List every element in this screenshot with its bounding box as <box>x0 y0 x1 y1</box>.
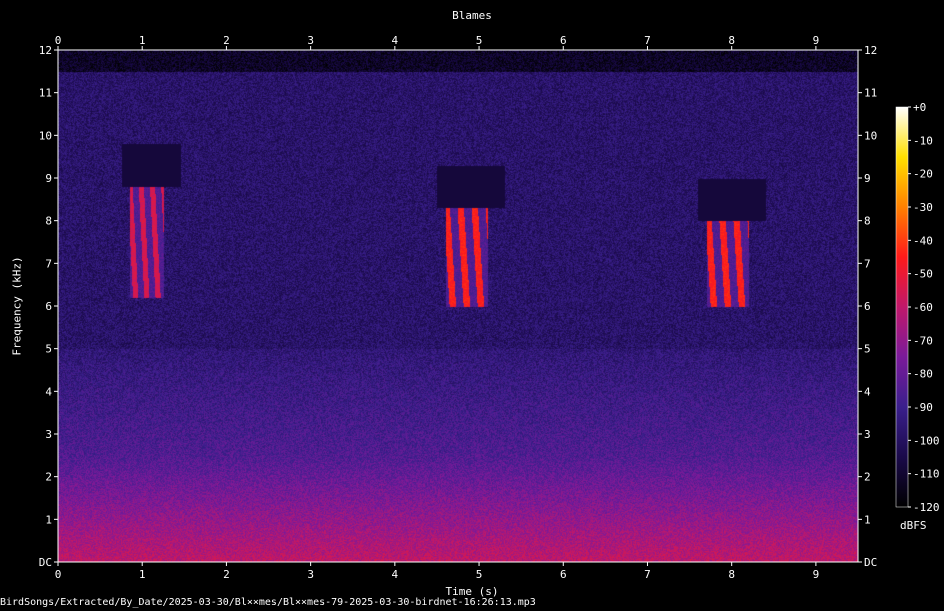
x-tick-label-top: 1 <box>139 34 146 47</box>
y-tick-label: DC <box>39 556 52 569</box>
y-tick-label-right: 2 <box>864 471 871 484</box>
y-tick-label-right: 6 <box>864 300 871 313</box>
colorbar-unit-label: dBFS <box>900 519 927 532</box>
colorbar-tick-label: -50 <box>913 268 933 281</box>
x-tick-label: 2 <box>223 568 230 581</box>
x-tick-label: 0 <box>55 568 62 581</box>
colorbar-tick-label: -20 <box>913 168 933 181</box>
x-tick-label-top: 0 <box>55 34 62 47</box>
plot-frame <box>57 49 859 563</box>
x-tick-label: 9 <box>813 568 820 581</box>
y-axis-label: Frequency (kHz) <box>10 256 24 356</box>
y-tick-label: 1 <box>45 513 52 526</box>
y-tick-label: 8 <box>45 215 52 228</box>
y-tick-label-right: 12 <box>864 44 877 57</box>
colorbar-tick-label: +0 <box>913 101 926 114</box>
x-tick-label: 3 <box>307 568 314 581</box>
x-tick-label: 4 <box>392 568 399 581</box>
y-tick-label-right: 10 <box>864 129 877 142</box>
x-tick-label-top: 5 <box>476 34 483 47</box>
colorbar-tick-label: -80 <box>913 368 933 381</box>
y-tick-label-right: 7 <box>864 257 871 270</box>
file-path-caption: BirdSongs/Extracted/By_Date/2025-03-30/B… <box>0 597 536 608</box>
y-tick-label: 11 <box>39 87 52 100</box>
chart-title: Blames <box>452 9 492 22</box>
colorbar-tick-label: -60 <box>913 301 933 314</box>
y-tick-label-right: 3 <box>864 428 871 441</box>
y-tick-label: 9 <box>45 172 52 185</box>
x-tick-label-top: 7 <box>644 34 651 47</box>
y-tick-label: 3 <box>45 428 52 441</box>
x-tick-label-top: 3 <box>307 34 314 47</box>
y-tick-label: 2 <box>45 471 52 484</box>
colorbar-tick-label: -100 <box>913 434 940 447</box>
colorbar-tick-label: -120 <box>913 501 940 514</box>
x-tick-label-top: 6 <box>560 34 567 47</box>
y-tick-label: 5 <box>45 343 52 356</box>
y-tick-label-right: 4 <box>864 385 871 398</box>
x-tick-label: 6 <box>560 568 567 581</box>
colorbar <box>895 106 909 508</box>
x-tick-label: 1 <box>139 568 146 581</box>
colorbar-tick-label: -90 <box>913 401 933 414</box>
y-tick-label-right: 9 <box>864 172 871 185</box>
y-tick-label: 7 <box>45 257 52 270</box>
y-tick-label: 4 <box>45 385 52 398</box>
y-tick-label: 12 <box>39 44 52 57</box>
colorbar-tick-label: -10 <box>913 134 933 147</box>
x-tick-label: 8 <box>728 568 735 581</box>
x-tick-label-top: 2 <box>223 34 230 47</box>
chart-axes: 00112233445566778899DC DC1 12 23 34 45 56 67 78 8… <box>39 34 940 581</box>
y-tick-label-right: 1 <box>864 513 871 526</box>
colorbar-tick-label: -110 <box>913 468 940 481</box>
y-tick-label-right: DC <box>864 556 877 569</box>
x-tick-label-top: 9 <box>813 34 820 47</box>
x-tick-label-top: 8 <box>728 34 735 47</box>
y-tick-label-right: 8 <box>864 215 871 228</box>
colorbar-tick-label: -30 <box>913 201 933 214</box>
colorbar-tick-label: -40 <box>913 234 933 247</box>
y-tick-label: 6 <box>45 300 52 313</box>
colorbar-tick-label: -70 <box>913 334 933 347</box>
y-tick-label-right: 11 <box>864 87 877 100</box>
y-tick-label-right: 5 <box>864 343 871 356</box>
x-tick-label: 5 <box>476 568 483 581</box>
x-tick-label: 7 <box>644 568 651 581</box>
y-tick-label: 10 <box>39 129 52 142</box>
x-tick-label-top: 4 <box>392 34 399 47</box>
